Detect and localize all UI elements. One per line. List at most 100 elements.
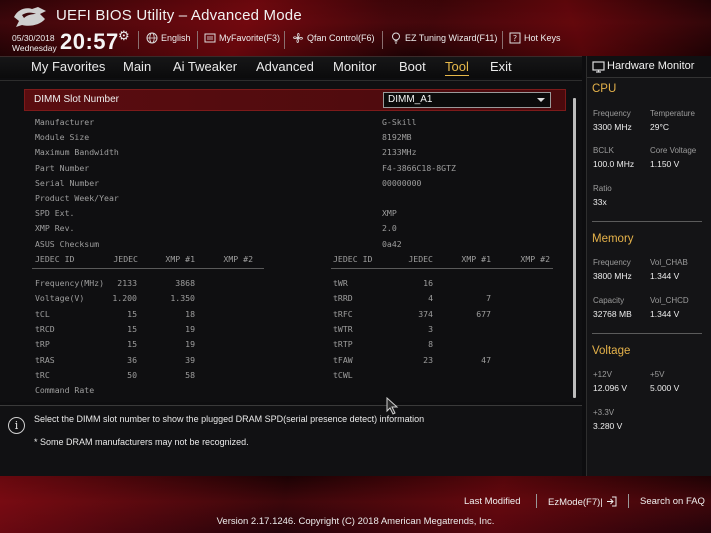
ezmode-button[interactable]: EzMode(F7)| — [548, 496, 617, 508]
myfavorite-button[interactable]: MyFavorite(F3) — [204, 32, 280, 44]
clock-settings-gear-icon[interactable]: ⚙ — [118, 28, 130, 44]
left-timing-xmp1: 1.350 — [170, 293, 195, 304]
cpu-temperature-value: 29°C — [650, 122, 669, 132]
left-timing-name: Command Rate — [35, 385, 95, 396]
v12-value: 12.096 V — [593, 383, 628, 393]
language-button[interactable]: English — [146, 32, 191, 44]
spd-info-label: Product Week/Year — [35, 193, 119, 203]
menu-monitor[interactable]: Monitor — [333, 59, 376, 74]
clock[interactable]: 20:57 — [60, 29, 119, 55]
scrollbar[interactable] — [573, 98, 576, 398]
memory-section-title: Memory — [592, 233, 634, 245]
right-timing-name: tFAW — [333, 354, 353, 365]
left-timing-jedec: 15 — [127, 339, 137, 350]
spd-info-value: 2133MHz — [382, 147, 417, 158]
menu-main[interactable]: Main — [123, 59, 151, 74]
right-timing-xmp1: 677 — [476, 308, 491, 319]
menu-my-favorites[interactable]: My Favorites — [31, 59, 105, 74]
vol-chab-label: Vol_CHAB — [650, 258, 688, 267]
copyright-text: Version 2.17.1246. Copyright (C) 2018 Am… — [216, 516, 495, 527]
favorite-list-icon — [204, 33, 216, 43]
divider — [628, 494, 629, 508]
vol-chcd-label: Vol_CHCD — [650, 296, 689, 305]
dimm-slot-row[interactable]: DIMM Slot Number DIMM_A1 — [24, 89, 566, 111]
left-table-divider — [32, 268, 264, 269]
mouse-cursor-icon — [386, 397, 399, 415]
ratio-label: Ratio — [593, 184, 612, 193]
language-label: English — [161, 33, 191, 43]
menu-exit[interactable]: Exit — [490, 59, 512, 74]
right-timing-name: tWR — [333, 278, 348, 288]
ezmode-label: EzMode(F7)| — [548, 497, 603, 508]
memory-frequency-value: 3800 MHz — [593, 271, 632, 281]
left-timing-xmp1: 58 — [185, 370, 195, 381]
spd-info-label: Maximum Bandwidth — [35, 147, 119, 158]
cpu-frequency-label: Frequency — [593, 109, 631, 118]
vol-chab-value: 1.344 V — [650, 271, 680, 281]
v12-label: +12V — [593, 370, 612, 379]
hot-keys-button[interactable]: ? Hot Keys — [509, 32, 561, 44]
right-header-xmp1: XMP #1 — [461, 254, 491, 264]
menu-tool[interactable]: Tool — [445, 59, 469, 76]
spd-info-label: Part Number — [35, 162, 90, 173]
core-voltage-label: Core Voltage — [650, 146, 697, 155]
divider — [197, 31, 198, 49]
left-timing-name: Voltage(V) — [35, 293, 85, 304]
v33-value: 3.280 V — [593, 421, 623, 431]
right-timing-name: tWTR — [333, 324, 353, 335]
divider — [592, 221, 702, 222]
monitor-icon — [592, 61, 605, 73]
right-header-jedec: JEDEC — [408, 254, 433, 264]
menu-advanced[interactable]: Advanced — [256, 59, 314, 74]
left-timing-jedec: 1.200 — [112, 293, 137, 304]
search-faq-button[interactable]: Search on FAQ — [640, 496, 705, 507]
divider — [382, 31, 383, 49]
last-modified-button[interactable]: Last Modified — [464, 496, 521, 507]
dimm-slot-label: DIMM Slot Number — [34, 94, 120, 105]
date-text: 05/30/2018 — [12, 33, 55, 43]
left-timing-name: tRCD — [35, 324, 55, 335]
left-timing-xmp1: 3868 — [175, 278, 195, 288]
right-timing-jedec: 374 — [418, 308, 433, 319]
spd-info-label: Module Size — [35, 132, 90, 143]
left-timing-jedec: 36 — [127, 354, 137, 365]
menu-ai-tweaker[interactable]: Ai Tweaker — [173, 59, 237, 74]
spd-info-value: 2.0 — [382, 223, 397, 234]
left-timing-xmp1: 19 — [185, 339, 195, 350]
right-timing-name: tRFC — [333, 308, 353, 319]
help-note: * Some DRAM manufacturers may not be rec… — [34, 437, 249, 447]
qfan-control-button[interactable]: Qfan Control(F6) — [292, 32, 375, 44]
footer-bar: Last Modified EzMode(F7)| Search on FAQ … — [0, 476, 711, 533]
weekday-text: Wednesday — [12, 43, 57, 53]
right-timing-name: tRTP — [333, 339, 353, 350]
help-description: Select the DIMM slot number to show the … — [34, 414, 425, 424]
left-timing-jedec: 2133 — [117, 278, 137, 288]
spd-info-value: F4-3866C18-8GTZ — [382, 162, 456, 173]
capacity-label: Capacity — [593, 296, 625, 305]
main-menu-bar: My Favorites Main Ai Tweaker Advanced Mo… — [0, 56, 582, 78]
dimm-slot-dropdown[interactable]: DIMM_A1 — [383, 92, 551, 108]
left-header-xmp1: XMP #1 — [165, 254, 195, 264]
right-timing-name: tRRD — [333, 293, 353, 304]
spd-info-value: 8192MB — [382, 132, 412, 143]
v5-value: 5.000 V — [650, 383, 680, 393]
core-voltage-value: 1.150 V — [650, 159, 680, 169]
spd-info-value: 00000000 — [382, 177, 422, 188]
spd-info-label: SPD Ext. — [35, 208, 75, 219]
menu-boot[interactable]: Boot — [399, 59, 426, 74]
left-timing-jedec: 15 — [127, 308, 137, 319]
ratio-value: 33x — [593, 197, 607, 207]
chevron-down-icon — [537, 98, 545, 102]
divider — [592, 333, 702, 334]
left-timing-xmp1: 19 — [185, 324, 195, 335]
info-icon: i — [8, 417, 25, 434]
cpu-frequency-value: 3300 MHz — [593, 122, 632, 132]
spd-info-label: Serial Number — [35, 177, 100, 188]
ez-tuning-wizard-button[interactable]: EZ Tuning Wizard(F11) — [390, 32, 497, 44]
left-header-jedec: JEDEC — [113, 254, 138, 264]
spd-info-value: G-Skill — [382, 117, 417, 127]
top-header: UEFI BIOS Utility – Advanced Mode 05/30/… — [0, 0, 711, 56]
v33-label: +3.3V — [593, 408, 615, 417]
qfan-label: Qfan Control(F6) — [307, 33, 375, 43]
hardware-monitor-header: Hardware Monitor — [587, 56, 711, 78]
